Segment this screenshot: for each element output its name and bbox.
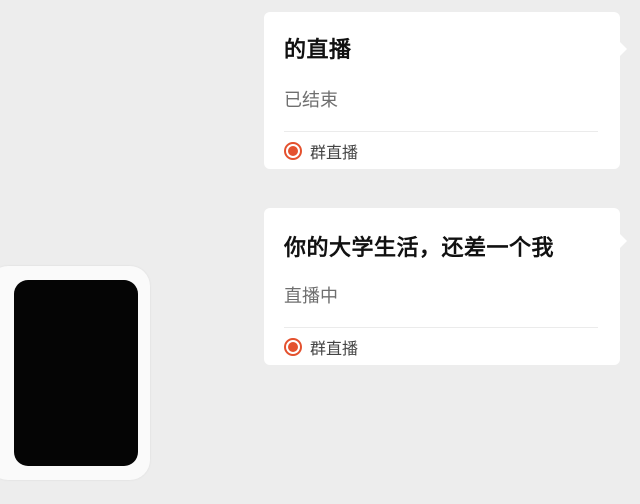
live-source-label: 群直播 — [310, 339, 359, 358]
divider — [284, 327, 598, 328]
live-title: 的直播 — [284, 38, 352, 63]
live-card-ongoing[interactable]: 你的大学生活，还差一个我 直播中 群直播 — [264, 208, 627, 365]
bubble-tail — [620, 42, 627, 56]
live-record-icon — [284, 142, 302, 160]
live-card-ended[interactable]: 的直播 已结束 群直播 — [264, 12, 627, 169]
live-source-label: 群直播 — [310, 143, 359, 162]
live-title: 你的大学生活，还差一个我 — [284, 236, 555, 261]
live-record-icon — [284, 338, 302, 356]
live-source: 群直播 — [284, 336, 358, 358]
live-source: 群直播 — [284, 140, 358, 162]
bubble-tail — [620, 234, 627, 248]
video-thumbnail[interactable] — [14, 280, 138, 466]
live-status: 直播中 — [284, 286, 338, 307]
live-status: 已结束 — [284, 90, 338, 111]
divider — [284, 131, 598, 132]
